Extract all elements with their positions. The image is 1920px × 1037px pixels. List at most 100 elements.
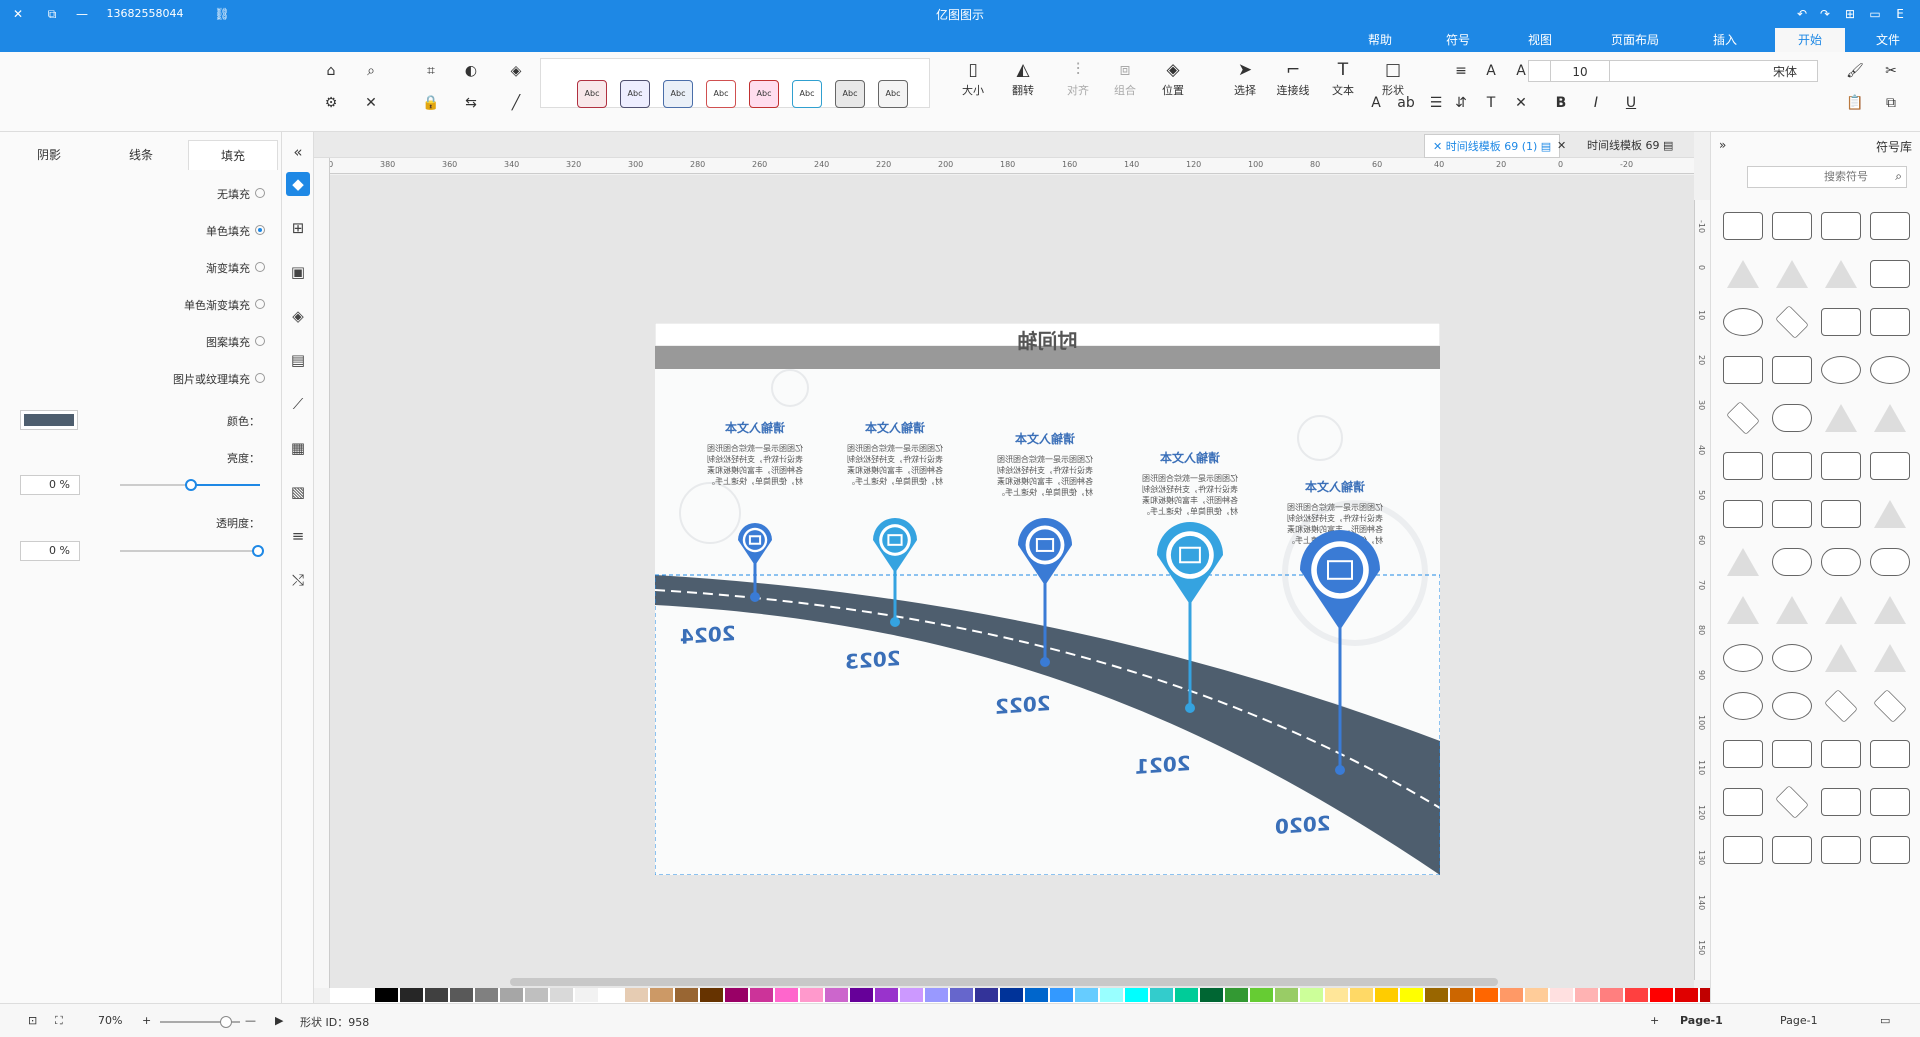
palette-swatch[interactable] [1275,988,1298,1002]
diagram-page[interactable]: 时间轴 请输入文本 亿图图示是一款综合图形图表设计软件，支持轻松绘制各种图形，丰富的… [646,322,1441,987]
menu-file[interactable]: 文件 [1860,28,1916,52]
timeline-item-heading[interactable]: 请输入文本 [985,430,1105,447]
transparency-spinner[interactable]: 0 % [20,541,80,561]
table-icon[interactable]: ▦ [286,436,310,460]
settings-icon[interactable]: ⚙ [320,92,342,114]
style-swatch[interactable]: Abc [663,80,693,108]
connector-button[interactable]: ⌐ 连接线 [1270,58,1316,98]
format-icon[interactable]: ≡ [286,524,310,548]
timeline-year[interactable]: 2022 [995,691,1051,719]
palette-swatch[interactable] [975,988,998,1002]
radio-gradient-fill[interactable] [255,262,265,272]
style-swatch[interactable]: Abc [878,80,908,108]
lock-icon[interactable]: 🔒 [420,92,442,114]
gear-shape-icon[interactable] [1723,644,1763,672]
symbol-search-box[interactable]: ⌕ [1747,166,1907,188]
palette-swatch[interactable] [700,988,723,1002]
tab-fill[interactable]: 填充 [188,140,278,170]
gear-shape-icon[interactable] [1723,692,1763,720]
timeline-item-body[interactable]: 亿图图示是一款综合图形图表设计软件，支持轻松绘制各种图形，丰富的模板和素材，使用… [845,443,945,487]
palette-swatch[interactable] [1025,988,1048,1002]
palette-swatch[interactable] [1550,988,1573,1002]
shade-spinner[interactable]: 0 % [20,475,80,495]
select-button[interactable]: ➤ 选择 [1222,58,1268,98]
triangle-shape-icon[interactable] [1821,404,1861,432]
option-texture-fill[interactable]: 图片或纹理填充 [150,371,250,387]
palette-swatch[interactable] [1075,988,1098,1002]
option-single-gradient-fill[interactable]: 单色渐变填充 [150,297,250,313]
tab-shadow[interactable]: 阴影 [4,140,94,170]
page-panel-icon[interactable]: ▭ [1880,1014,1890,1027]
diamond-shape-icon[interactable] [1824,689,1858,723]
doc-tab-2[interactable]: ✕ 时间线模板 69 (1) ▤ [1424,134,1561,158]
palette-swatch[interactable] [1450,988,1473,1002]
palette-swatch[interactable] [1200,988,1223,1002]
style-swatch[interactable]: Abc [706,80,736,108]
format-painter-icon[interactable]: 🖌 [1844,60,1866,82]
palette-swatch[interactable] [675,988,698,1002]
timeline-year[interactable]: 2021 [1135,751,1191,779]
data-icon[interactable]: ▧ [286,480,310,504]
gear-shape-icon[interactable] [1772,692,1812,720]
palette-swatch[interactable] [1675,988,1698,1002]
new-icon[interactable]: ⊞ [1840,4,1860,24]
bold-icon[interactable]: B [1550,92,1572,114]
style-swatch[interactable]: Abc [749,80,779,108]
palette-swatch[interactable] [1650,988,1673,1002]
layers-icon[interactable]: ◈ [286,304,310,328]
tools-icon[interactable]: ✕ [360,92,382,114]
style-swatch[interactable]: Abc [792,80,822,108]
radio-texture-fill[interactable] [255,373,265,383]
triangle-shape-icon[interactable] [1723,260,1763,288]
style-swatch[interactable]: Abc [835,80,865,108]
line-icon[interactable]: ╱ [505,92,527,114]
palette-swatch[interactable] [375,988,398,1002]
transparency-slider[interactable] [120,545,264,557]
shape-button[interactable]: □ 形状 [1370,58,1416,98]
palette-swatch[interactable] [475,988,498,1002]
palette-swatch[interactable] [500,988,523,1002]
rect-shape-icon[interactable] [1723,500,1763,528]
pentagon-shape-icon[interactable] [1870,452,1910,480]
palette-swatch[interactable] [1125,988,1148,1002]
pill-shape-icon[interactable] [1772,404,1812,432]
palette-swatch[interactable] [850,988,873,1002]
palette-swatch[interactable] [900,988,923,1002]
palette-swatch[interactable] [425,988,448,1002]
close-tab-icon[interactable]: ✕ [1549,134,1574,158]
page-tab[interactable]: Page-1 [1780,1014,1818,1027]
align-button[interactable]: ⫶ 对齐 [1055,58,1101,98]
replace-icon[interactable]: ⌂ [320,60,342,82]
triangle-shape-icon[interactable] [1870,404,1910,432]
flip-button[interactable]: ◭ 翻转 [1000,58,1046,98]
group-button[interactable]: ⧈ 组合 [1102,58,1148,98]
palette-swatch[interactable] [1375,988,1398,1002]
heart-shape-icon[interactable] [1821,500,1861,528]
arrow-style-icon[interactable]: ⇆ [460,92,482,114]
timeline-year[interactable]: 2024 [680,621,736,649]
palette-swatch[interactable] [550,988,573,1002]
current-page[interactable]: Page-1 [1680,1014,1723,1027]
trapezoid-shape-icon[interactable] [1723,356,1763,384]
style-swatch[interactable]: Abc [577,80,607,108]
image-icon[interactable]: ▣ [286,260,310,284]
shield-shape-icon[interactable] [1821,788,1861,816]
collapse-right-icon[interactable]: » [1719,138,1726,152]
rect-shape-icon[interactable] [1821,836,1861,864]
gear-shape-icon[interactable] [1772,644,1812,672]
palette-swatch[interactable] [450,988,473,1002]
timeline-item-heading[interactable]: 请输入文本 [1275,478,1395,495]
menu-insert[interactable]: 插入 [1695,28,1755,52]
diamond-shape-icon[interactable] [1726,401,1760,435]
option-solid-fill[interactable]: 单色填充 [150,223,250,239]
palette-swatch[interactable] [1525,988,1548,1002]
shade-slider[interactable] [120,479,260,491]
hexagon-shape-icon[interactable] [1772,452,1812,480]
zoom-in-icon[interactable]: + [142,1014,151,1027]
transparency-slider-handle[interactable] [252,545,264,557]
star-shape-icon[interactable] [1870,596,1910,624]
font-size-select[interactable]: 10 [1550,60,1610,82]
play-icon[interactable]: ▶ [275,1014,283,1027]
clear-format-icon[interactable]: ✕ [1510,92,1532,114]
palette-swatch[interactable] [800,988,823,1002]
